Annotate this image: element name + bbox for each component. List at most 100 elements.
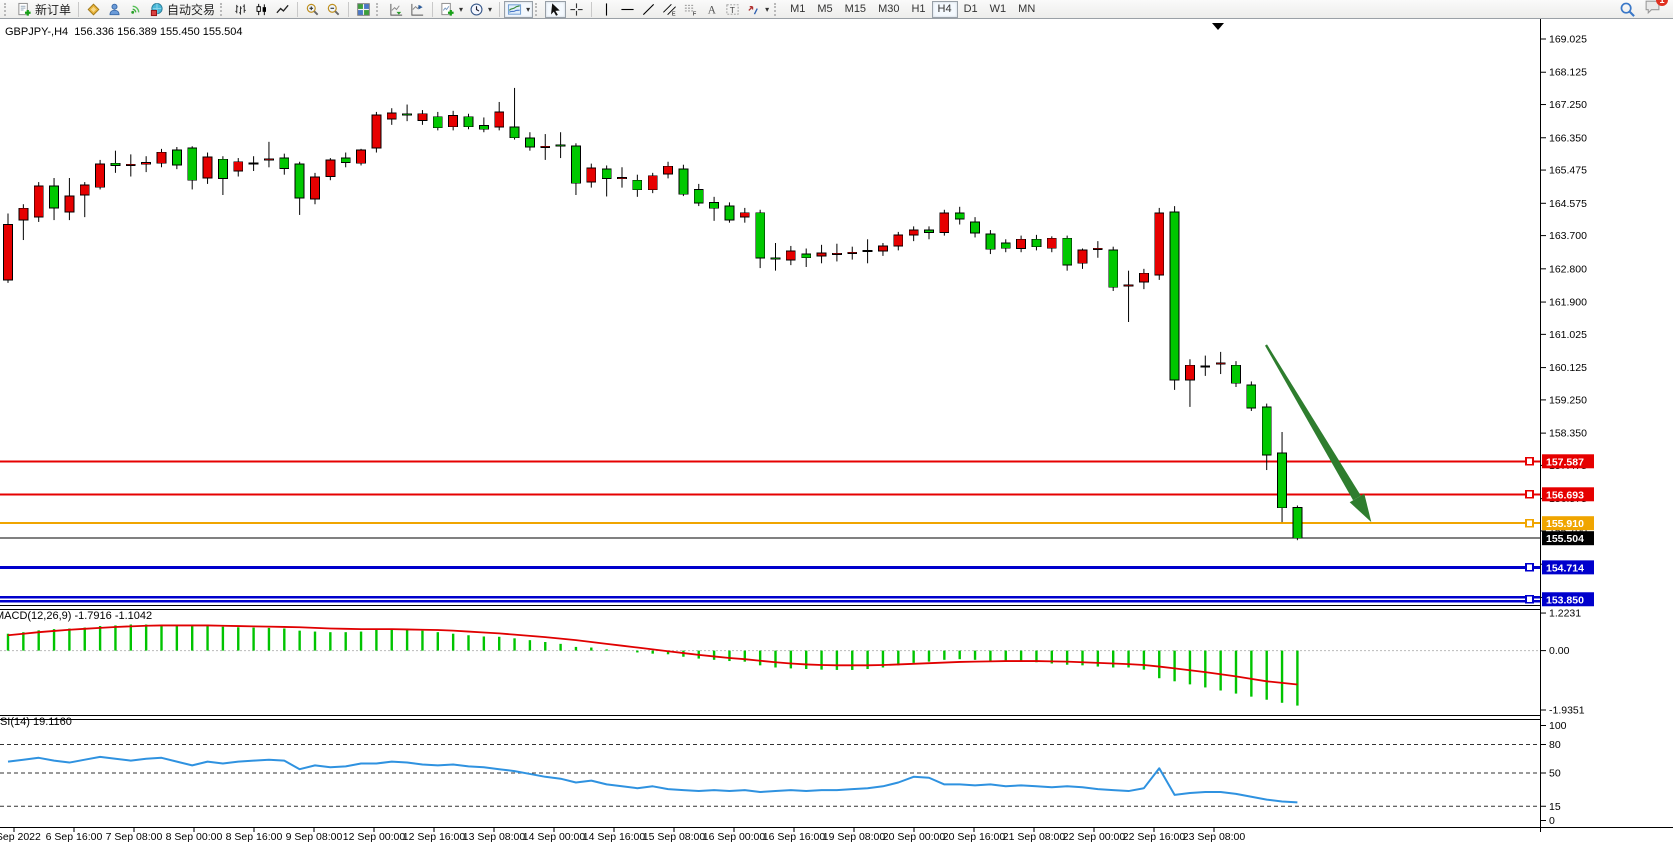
svg-text:15: 15	[1549, 801, 1561, 813]
trendline-button[interactable]	[638, 1, 659, 18]
indicators-button[interactable]: ▾	[437, 1, 466, 18]
dropdown-caret-icon: ▾	[526, 5, 530, 14]
time-axis: 6 Sep 20226 Sep 16:007 Sep 08:008 Sep 00…	[0, 828, 1245, 843]
chart-shift-button[interactable]	[407, 1, 428, 18]
svg-text:0.00: 0.00	[1549, 645, 1570, 657]
svg-text:8 Sep 00:00: 8 Sep 00:00	[166, 831, 223, 843]
svg-text:80: 80	[1549, 739, 1561, 751]
timeframe-button-w1[interactable]: W1	[984, 1, 1013, 18]
rsi-line	[8, 757, 1297, 803]
timeframe-button-m5[interactable]: M5	[811, 1, 838, 18]
equidistant-channel-button[interactable]: E	[659, 1, 680, 18]
svg-text:157.587: 157.587	[1546, 456, 1584, 468]
bars-chart-button[interactable]	[230, 1, 251, 18]
rsi-indicator-label: RSI(14) 19.1160	[0, 716, 72, 728]
dropdown-caret-icon: ▾	[459, 5, 463, 14]
timeframe-button-m1[interactable]: M1	[784, 1, 811, 18]
macd-axis: 1.22310.00-1.9351	[0, 608, 1585, 717]
fibonacci-button[interactable]: F	[680, 1, 701, 18]
chart-area[interactable]: 169.025168.125167.250166.350165.475164.5…	[0, 0, 1673, 843]
svg-text:164.575: 164.575	[1549, 198, 1587, 210]
new-order-button[interactable]: 新订单	[14, 1, 74, 18]
timeframe-button-m30[interactable]: M30	[872, 1, 905, 18]
svg-text:167.250: 167.250	[1549, 99, 1587, 111]
horizontal-line-button[interactable]	[617, 1, 638, 18]
add-indicator-icon	[440, 2, 455, 17]
templates-button[interactable]: ▾	[504, 1, 533, 18]
svg-text:158.350: 158.350	[1549, 428, 1587, 440]
pane-borders	[0, 19, 1673, 832]
horizontal-line-objects[interactable]	[0, 458, 1540, 603]
vertical-line-icon	[599, 2, 614, 17]
svg-text:-1.9351: -1.9351	[1549, 705, 1585, 717]
toolbar-drag-handle[interactable]	[774, 3, 780, 16]
text-label-button[interactable]: T	[722, 1, 743, 18]
macd-signal-line	[8, 625, 1297, 684]
signal-radar-icon	[128, 2, 143, 17]
market-button[interactable]	[83, 1, 104, 18]
signals-button[interactable]	[125, 1, 146, 18]
hline-handle	[1526, 520, 1533, 527]
timeframe-button-m15[interactable]: M15	[839, 1, 872, 18]
main-toolbar: 新订单	[0, 0, 1673, 19]
svg-text:14 Sep 00:00: 14 Sep 00:00	[523, 831, 586, 843]
vertical-line-button[interactable]	[596, 1, 617, 18]
tile-windows-button[interactable]	[353, 1, 374, 18]
svg-text:A: A	[708, 4, 717, 16]
svg-text:161.900: 161.900	[1549, 297, 1587, 309]
clock-icon	[469, 2, 484, 17]
cursor-button[interactable]	[545, 1, 566, 18]
text-button[interactable]: A	[701, 1, 722, 18]
new-order-icon	[17, 2, 32, 17]
fibonacci-icon: F	[683, 2, 698, 17]
svg-text:153.850: 153.850	[1546, 594, 1584, 606]
autotrading-icon	[149, 2, 164, 17]
svg-text:8 Sep 16:00: 8 Sep 16:00	[226, 831, 283, 843]
crosshair-button[interactable]	[566, 1, 587, 18]
svg-text:163.700: 163.700	[1549, 230, 1587, 242]
line-chart-button[interactable]	[272, 1, 293, 18]
candlesticks-chart-button[interactable]	[251, 1, 272, 18]
svg-text:21 Sep 08:00: 21 Sep 08:00	[1003, 831, 1066, 843]
dropdown-caret-icon: ▾	[765, 5, 769, 14]
tile-windows-icon	[356, 2, 371, 17]
arrows-button[interactable]: ▾	[743, 1, 772, 18]
svg-text:155.504: 155.504	[1546, 533, 1584, 545]
timeframe-button-h4[interactable]: H4	[932, 1, 958, 18]
candlestick-chart-icon	[254, 2, 269, 17]
zoom-out-button[interactable]	[323, 1, 344, 18]
zoom-in-button[interactable]	[302, 1, 323, 18]
svg-text:169.025: 169.025	[1549, 34, 1587, 46]
svg-text:156.693: 156.693	[1546, 489, 1584, 501]
crosshair-icon	[569, 2, 584, 17]
svg-text:23 Sep 08:00: 23 Sep 08:00	[1183, 831, 1246, 843]
timeframe-button-d1[interactable]: D1	[958, 1, 984, 18]
toolbar-drag-handle[interactable]	[4, 3, 10, 16]
toolbar-drag-handle[interactable]	[535, 3, 541, 16]
community-button[interactable]	[104, 1, 125, 18]
svg-text:14 Sep 16:00: 14 Sep 16:00	[583, 831, 646, 843]
svg-text:12 Sep 16:00: 12 Sep 16:00	[403, 831, 466, 843]
autotrading-button[interactable]: 自动交易	[146, 1, 218, 18]
template-chart-icon	[507, 2, 522, 17]
svg-text:9 Sep 08:00: 9 Sep 08:00	[286, 831, 343, 843]
rsi-axis: 1008050150	[0, 720, 1567, 827]
svg-text:19 Sep 08:00: 19 Sep 08:00	[823, 831, 886, 843]
toolbar-drag-handle[interactable]	[376, 3, 382, 16]
svg-text:T: T	[730, 4, 735, 14]
svg-text:160.125: 160.125	[1549, 362, 1587, 374]
auto-scroll-button[interactable]	[386, 1, 407, 18]
svg-text:6 Sep 16:00: 6 Sep 16:00	[46, 831, 103, 843]
macd-pane	[8, 625, 1297, 706]
toolbar-drag-handle[interactable]	[220, 3, 226, 16]
svg-text:16 Sep 16:00: 16 Sep 16:00	[763, 831, 826, 843]
periods-button[interactable]: ▾	[466, 1, 495, 18]
timeframe-button-mn[interactable]: MN	[1012, 1, 1041, 18]
timeframe-button-h1[interactable]: H1	[905, 1, 931, 18]
svg-text:155.910: 155.910	[1546, 518, 1584, 530]
svg-text:168.125: 168.125	[1549, 67, 1587, 79]
svg-text:22 Sep 16:00: 22 Sep 16:00	[1123, 831, 1186, 843]
search-icon[interactable]	[1619, 1, 1636, 18]
notifications-button[interactable]: 1	[1644, 0, 1661, 20]
arrow-objects-icon	[746, 2, 761, 17]
